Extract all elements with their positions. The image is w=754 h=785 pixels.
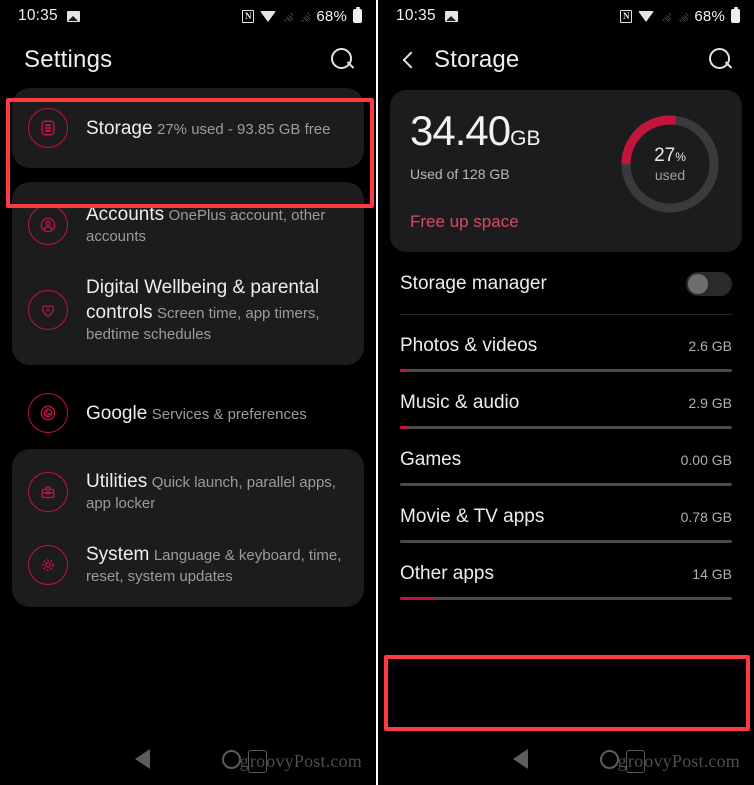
storage-category-music[interactable]: Music & audio 2.9 GB: [378, 372, 754, 429]
right-phone-screen: 10:35 N 68% Storage 34.40GB Used of 128 …: [378, 0, 754, 785]
category-size: 2.6 GB: [688, 338, 732, 354]
settings-group-accounts: Accounts OnePlus account, other accounts…: [12, 182, 364, 365]
category-label: Photos & videos: [400, 335, 538, 356]
system-gear-icon: [28, 544, 68, 585]
storage-donut-chart: 27% used: [618, 112, 722, 216]
category-label: Movie & TV apps: [400, 506, 545, 527]
nfc-icon: N: [242, 9, 255, 23]
account-icon: [28, 204, 68, 245]
comparison-screenshot: 10:35 N 68% Settings Storage 27% used - …: [0, 0, 754, 785]
battery-icon: [353, 7, 362, 23]
category-label: Other apps: [400, 563, 494, 584]
sidebar-item-label: Accounts: [86, 204, 165, 225]
progress-fill: [400, 597, 435, 600]
wellbeing-heart-icon: [28, 290, 68, 330]
wifi-icon: [638, 10, 655, 22]
sidebar-item-label: Google: [86, 402, 148, 424]
signal-off-icon-2: [299, 11, 310, 22]
page-title: Storage: [434, 46, 520, 73]
signal-off-icon-2: [677, 11, 688, 22]
sidebar-item-label: System: [86, 544, 150, 565]
sidebar-item-label: Utilities: [86, 471, 148, 492]
storage-icon: [28, 108, 68, 148]
category-progress-bar: [400, 540, 732, 543]
status-bar: 10:35 N 68%: [378, 0, 754, 32]
nav-home-icon[interactable]: [600, 749, 619, 769]
wifi-icon: [260, 10, 277, 22]
sidebar-item-digital-wellbeing[interactable]: Digital Wellbeing & parental controls Sc…: [12, 261, 364, 359]
nav-back-icon[interactable]: [513, 749, 528, 769]
settings-group-utilities: Utilities Quick launch, parallel apps, a…: [12, 449, 364, 607]
category-size: 0.78 GB: [680, 509, 732, 525]
category-label: Games: [400, 449, 462, 470]
category-progress-bar: [400, 369, 732, 372]
storage-category-other-apps[interactable]: Other apps 14 GB: [378, 543, 754, 600]
toggle-knob: [688, 274, 708, 294]
progress-fill: [400, 426, 408, 429]
category-label: Music & audio: [400, 392, 520, 413]
category-progress-bar: [400, 483, 732, 486]
search-icon[interactable]: [328, 46, 356, 74]
storage-used-value: 34.40GB: [410, 107, 541, 154]
sidebar-item-system[interactable]: System Language & keyboard, time, reset,…: [12, 528, 364, 601]
nfc-icon: N: [620, 9, 633, 23]
google-icon: [28, 393, 68, 433]
donut-percent-label: 27%: [654, 145, 686, 167]
storage-capacity-line: Used of 128 GB: [410, 166, 510, 182]
navigation-bar: groovyPost.com: [378, 733, 754, 785]
nav-back-icon[interactable]: [135, 749, 150, 769]
sidebar-item-utilities[interactable]: Utilities Quick launch, parallel apps, a…: [12, 455, 364, 528]
storage-category-movie-tv[interactable]: Movie & TV apps 0.78 GB: [378, 486, 754, 543]
battery-percent: 68%: [316, 7, 347, 25]
storage-manager-label: Storage manager: [400, 273, 547, 294]
category-size: 14 GB: [692, 566, 732, 582]
sidebar-item-accounts[interactable]: Accounts OnePlus account, other accounts: [12, 188, 364, 261]
left-phone-screen: 10:35 N 68% Settings Storage 27% used - …: [0, 0, 376, 785]
photo-icon: [66, 10, 80, 22]
utilities-briefcase-icon: [28, 471, 68, 512]
nav-home-icon[interactable]: [222, 749, 241, 769]
storage-category-games[interactable]: Games 0.00 GB: [378, 429, 754, 486]
settings-app-header: Settings: [0, 32, 376, 88]
sidebar-item-subtitle: Services & preferences: [151, 405, 307, 423]
donut-caption: used: [654, 166, 686, 183]
sidebar-item-subtitle: 27% used - 93.85 GB free: [157, 120, 331, 138]
settings-group-storage: Storage 27% used - 93.85 GB free: [12, 88, 364, 168]
free-up-space-link[interactable]: Free up space: [410, 212, 618, 232]
progress-fill: [400, 369, 408, 372]
battery-icon: [731, 7, 740, 23]
storage-manager-row[interactable]: Storage manager: [378, 252, 754, 314]
storage-manager-toggle[interactable]: [686, 272, 732, 296]
storage-used-unit: GB: [510, 127, 541, 150]
storage-summary-card[interactable]: 34.40GB Used of 128 GB Free up space 27%…: [390, 90, 742, 252]
page-title: Settings: [24, 46, 113, 73]
signal-off-icon: [282, 11, 293, 22]
back-chevron-icon[interactable]: [398, 49, 420, 71]
signal-off-icon: [660, 11, 671, 22]
settings-list[interactable]: Storage 27% used - 93.85 GB free Account…: [0, 88, 376, 607]
settings-group-google: Google Services & preferences: [12, 379, 364, 447]
sidebar-item-google[interactable]: Google Services & preferences: [12, 379, 364, 447]
navigation-bar: groovyPost.com: [0, 733, 376, 785]
status-bar: 10:35 N 68%: [0, 0, 376, 32]
watermark: groovyPost.com: [617, 750, 740, 773]
sidebar-item-storage[interactable]: Storage 27% used - 93.85 GB free: [12, 94, 364, 162]
status-time: 10:35: [18, 7, 58, 24]
battery-percent: 68%: [694, 7, 725, 25]
category-size: 0.00 GB: [680, 452, 732, 468]
storage-app-header: Storage: [378, 32, 754, 88]
watermark: groovyPost.com: [239, 750, 362, 773]
category-progress-bar: [400, 426, 732, 429]
storage-category-photos[interactable]: Photos & videos 2.6 GB: [378, 315, 754, 372]
sidebar-item-label: Storage: [86, 117, 153, 139]
category-size: 2.9 GB: [688, 395, 732, 411]
search-icon[interactable]: [706, 46, 734, 74]
category-progress-bar: [400, 597, 732, 600]
photo-icon: [444, 10, 458, 22]
status-time: 10:35: [396, 7, 436, 24]
